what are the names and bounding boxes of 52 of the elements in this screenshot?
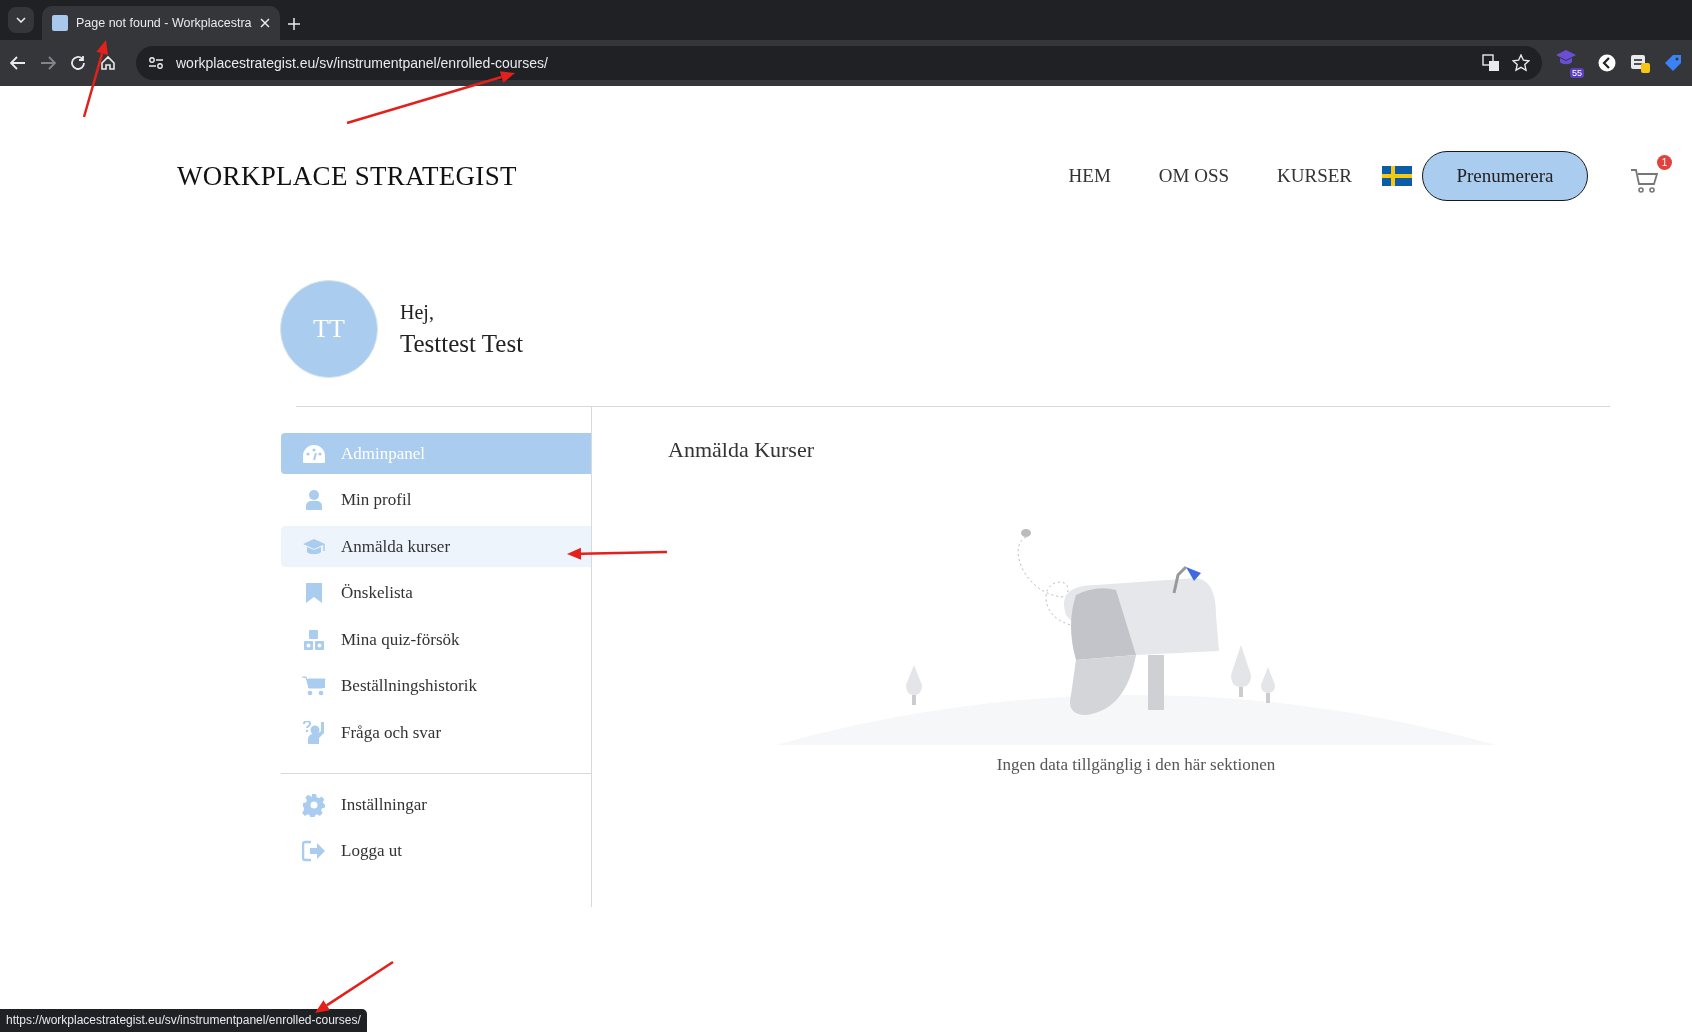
cart-count-badge: 1 <box>1657 155 1672 170</box>
cart-icon <box>302 675 326 697</box>
chevron-left-icon[interactable] <box>1598 54 1616 72</box>
browser-tab[interactable]: Page not found - Workplacestra <box>42 6 280 40</box>
site-settings-icon <box>148 56 164 70</box>
blocks-icon <box>303 628 325 651</box>
user-icon <box>305 489 323 511</box>
nav-link[interactable]: HEM <box>1068 165 1111 187</box>
sidebar-item[interactable]: Logga ut <box>281 830 591 872</box>
address-bar[interactable]: workplacestrategist.eu/sv/instrumentpanel/enrolled-courses/ <box>136 46 1542 80</box>
forward-icon[interactable] <box>40 56 56 70</box>
close-icon[interactable] <box>259 18 270 28</box>
graduation-cap-icon <box>1556 48 1576 66</box>
settings-icon <box>302 792 326 817</box>
nav-link[interactable]: KURSER <box>1277 165 1352 187</box>
user-name: Testtest Test <box>400 329 524 358</box>
sidebar-item[interactable]: Mina quiz-försök <box>281 619 591 660</box>
sidebar-item[interactable]: Min profil <box>281 479 591 521</box>
avatar: TT <box>280 280 378 378</box>
logout-icon <box>302 840 326 862</box>
bookmark-icon <box>305 582 323 604</box>
cart-icon <box>1630 167 1660 195</box>
section-title: Anmälda Kurser <box>668 437 815 463</box>
reload-icon[interactable] <box>70 55 86 71</box>
translate-icon[interactable] <box>1482 54 1500 72</box>
tag-icon[interactable] <box>1664 54 1682 72</box>
empty-state-message: Ingen data tillgänglig i den här sektionen <box>996 755 1276 775</box>
sidebar-item[interactable]: Fråga och svar <box>281 712 591 753</box>
favicon-icon <box>52 15 68 31</box>
chevron-down-icon <box>16 17 26 23</box>
question-person-icon <box>302 720 326 745</box>
extension-badge: 55 <box>1570 68 1584 78</box>
new-tab-icon[interactable] <box>287 18 300 30</box>
subscribe-button[interactable]: Prenumerera <box>1422 151 1588 201</box>
home-icon[interactable] <box>100 55 116 71</box>
sidebar-item[interactable]: Anmälda kurser <box>281 526 591 567</box>
graduation-cap-icon <box>302 536 326 557</box>
sidebar-item[interactable]: Beställningshistorik <box>281 665 591 707</box>
nav-link[interactable]: OM OSS <box>1158 165 1230 187</box>
extension-warning-icon[interactable] <box>1630 53 1650 73</box>
cart-button[interactable]: 1 <box>1630 155 1672 197</box>
link-url-tooltip: https://workplacestrategist.eu/sv/instrumentpanel/enrolled-courses/ <box>0 1009 367 1032</box>
extension-button[interactable]: 55 <box>1556 48 1584 78</box>
tab-list-button[interactable] <box>8 7 34 33</box>
greeting-text: Hej, <box>400 300 435 324</box>
gauge-icon <box>302 443 326 464</box>
sidebar-item[interactable]: Önskelista <box>281 572 591 614</box>
star-icon[interactable] <box>1512 54 1530 72</box>
sidebar-item[interactable]: Inställningar <box>281 784 591 825</box>
swedish-flag-icon[interactable] <box>1382 166 1412 186</box>
site-logo[interactable]: WORKPLACE STRATEGIST <box>177 160 1069 192</box>
back-icon[interactable] <box>10 56 26 70</box>
